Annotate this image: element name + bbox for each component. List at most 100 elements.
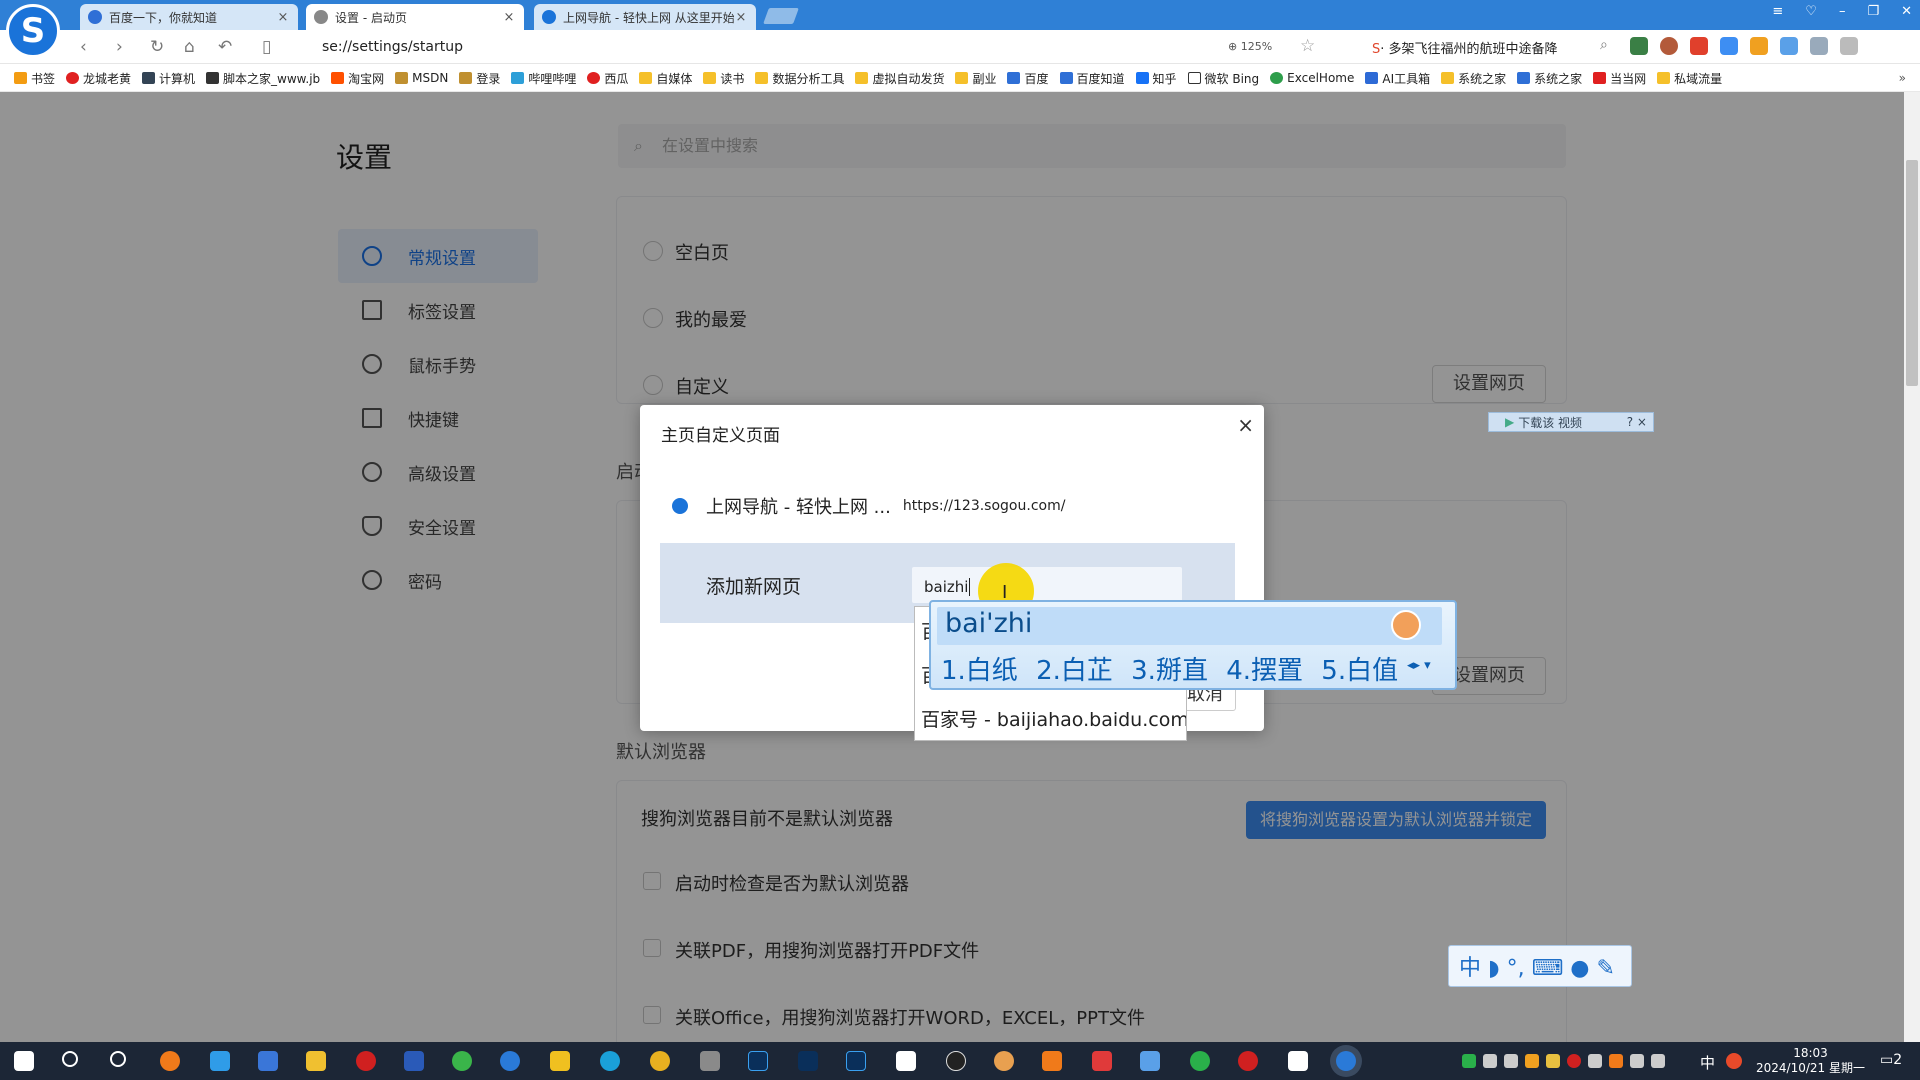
app-icon[interactable] <box>210 1051 230 1071</box>
close-tab-icon[interactable]: × <box>276 10 290 25</box>
bookmark-item[interactable]: AI工具箱 <box>1365 70 1430 87</box>
bookmark-folder[interactable]: 数据分析工具 <box>755 70 844 87</box>
zoom-indicator[interactable]: ⊕ 125% <box>1228 40 1272 53</box>
bookmark-item[interactable]: 当当网 <box>1593 70 1646 87</box>
app-icon[interactable] <box>404 1051 424 1071</box>
cortana-icon[interactable] <box>110 1051 126 1067</box>
chrome-icon[interactable] <box>650 1051 670 1071</box>
translate-icon[interactable] <box>1720 37 1738 55</box>
reload-icon[interactable]: ↻ <box>150 37 164 57</box>
bookmark-item[interactable]: 登录 <box>459 70 500 87</box>
recorder-icon[interactable] <box>356 1051 376 1071</box>
suggestion-item[interactable]: 百家号 - baijiahao.baidu.com/b <box>915 695 1186 739</box>
photoshop-icon[interactable] <box>846 1051 866 1071</box>
bookmark-folder[interactable]: 系统之家 <box>1441 70 1506 87</box>
shield-tray-icon[interactable] <box>1525 1054 1539 1068</box>
bookmark-item[interactable]: ExcelHome <box>1270 71 1354 85</box>
bookmark-item[interactable]: 淘宝网 <box>331 70 384 87</box>
tab-baidu[interactable]: 百度一下，你就知道 × <box>80 4 298 30</box>
file-explorer-icon[interactable] <box>306 1051 326 1071</box>
globe-extension-icon[interactable] <box>1630 37 1648 55</box>
edge-icon[interactable] <box>600 1051 620 1071</box>
undo-close-icon[interactable]: ↶ <box>218 37 232 57</box>
new-page-input[interactable]: baizhi <box>912 567 1182 603</box>
search-box[interactable]: S· 多架飞往福州的航班中途备降 <box>1372 38 1558 57</box>
bookmark-item[interactable]: 计算机 <box>142 70 195 87</box>
bookmark-item[interactable]: 百度知道 <box>1059 70 1125 87</box>
notification-icon[interactable]: ▭2 <box>1880 1052 1902 1068</box>
url-field[interactable]: se://settings/startup <box>322 39 463 55</box>
download-video-badge[interactable]: ▶ 下载该 视频 ? × <box>1488 412 1654 432</box>
search-icon[interactable]: ⌕ <box>1600 37 1608 53</box>
app-tray-icon[interactable] <box>1504 1054 1518 1068</box>
search-app-icon[interactable] <box>160 1051 180 1071</box>
close-window-icon[interactable]: ✕ <box>1901 4 1912 19</box>
tools-icon[interactable] <box>1780 37 1798 55</box>
sogou-browser-icon[interactable] <box>1336 1051 1356 1071</box>
bookmark-folder[interactable]: 私域流量 <box>1657 70 1722 87</box>
sogou-logo-icon[interactable]: S <box>6 4 60 58</box>
windows-start-icon[interactable] <box>14 1051 34 1071</box>
wechat-tray-icon[interactable] <box>1462 1054 1476 1068</box>
ime-language-indicator[interactable]: 中 <box>1700 1052 1715 1073</box>
bookmark-item[interactable]: 书签 <box>14 70 55 87</box>
bookmark-item[interactable]: 知乎 <box>1135 70 1177 87</box>
close-tab-icon[interactable]: × <box>502 10 516 25</box>
recorder-icon[interactable] <box>1238 1051 1258 1071</box>
more-icon[interactable] <box>1840 37 1858 55</box>
scroll-thumb[interactable] <box>1906 160 1918 386</box>
more-bookmarks-icon[interactable]: » <box>1899 71 1906 85</box>
download-icon[interactable] <box>1750 37 1768 55</box>
app-icon[interactable] <box>1092 1051 1112 1071</box>
ime-skin-icon[interactable] <box>1391 610 1421 640</box>
star-app-icon[interactable] <box>550 1051 570 1071</box>
menu-icon[interactable]: ≡ <box>1772 4 1783 19</box>
avatar-icon[interactable] <box>1660 37 1678 55</box>
bookmark-item[interactable]: MSDN <box>395 71 448 85</box>
bookmark-folder[interactable]: 虚拟自动发货 <box>855 70 944 87</box>
mic-icon[interactable] <box>1483 1054 1497 1068</box>
capcut-icon[interactable] <box>1288 1051 1308 1071</box>
minimize-icon[interactable]: – <box>1839 4 1846 19</box>
app-icon[interactable] <box>1140 1051 1160 1071</box>
bookmark-item[interactable]: 西瓜 <box>587 70 628 87</box>
app-icon[interactable] <box>452 1051 472 1071</box>
ime-candidates[interactable]: 1.白纸 2.白芷 3.掰直 4.摆置 5.白值 <box>941 650 1398 687</box>
volume-icon[interactable] <box>1651 1054 1665 1068</box>
dialog-close-button[interactable]: × <box>1237 413 1254 437</box>
new-tab-button[interactable] <box>763 8 799 24</box>
search-icon[interactable] <box>62 1051 78 1067</box>
photoshop-icon[interactable] <box>798 1051 818 1071</box>
skin-icon[interactable]: ♡ <box>1805 4 1817 19</box>
app-icon[interactable] <box>700 1051 720 1071</box>
sogou-ime-tray-icon[interactable] <box>1726 1053 1742 1069</box>
bookmark-item[interactable]: 脚本之家_www.jb <box>206 70 320 87</box>
folder-tray-icon[interactable] <box>1546 1054 1560 1068</box>
app-icon[interactable] <box>1042 1051 1062 1071</box>
forward-icon[interactable]: › <box>116 37 123 57</box>
tab-settings[interactable]: 设置 - 启动页 × <box>306 4 524 30</box>
red-extension-icon[interactable] <box>1690 37 1708 55</box>
search-tray-icon[interactable] <box>1609 1054 1623 1068</box>
system-clock[interactable]: 18:03 2024/10/21 星期一 <box>1756 1046 1865 1076</box>
bookmark-item[interactable]: 微软 Bing <box>1187 70 1259 87</box>
app-icon[interactable] <box>258 1051 278 1071</box>
sogou-browser-icon[interactable] <box>500 1051 520 1071</box>
bookmark-folder[interactable]: 读书 <box>703 70 744 87</box>
bookmark-item[interactable]: 系统之家 <box>1517 70 1582 87</box>
restore-icon[interactable]: ❐ <box>1867 4 1879 19</box>
qq-icon[interactable] <box>946 1051 966 1071</box>
app-icon[interactable] <box>994 1051 1014 1071</box>
capcut-icon[interactable] <box>896 1051 916 1071</box>
bookmark-folder[interactable]: 副业 <box>955 70 996 87</box>
wechat-icon[interactable] <box>1190 1051 1210 1071</box>
recorder-tray-icon[interactable] <box>1567 1054 1581 1068</box>
photoshop-icon[interactable] <box>748 1051 768 1071</box>
ime-page-arrows-icon[interactable]: ◂▸ ▾ <box>1407 658 1431 673</box>
ime-status-toolbar[interactable]: 中 ◗ °, ⌨ ● ✎ <box>1448 945 1632 987</box>
home-icon[interactable]: ⌂ <box>184 37 195 57</box>
night-mode-icon[interactable] <box>1810 37 1828 55</box>
bookmark-item[interactable]: 百度 <box>1007 70 1049 87</box>
bookmark-star-icon[interactable]: ☆ <box>1300 36 1315 56</box>
bookmark-folder[interactable]: 自媒体 <box>639 70 692 87</box>
